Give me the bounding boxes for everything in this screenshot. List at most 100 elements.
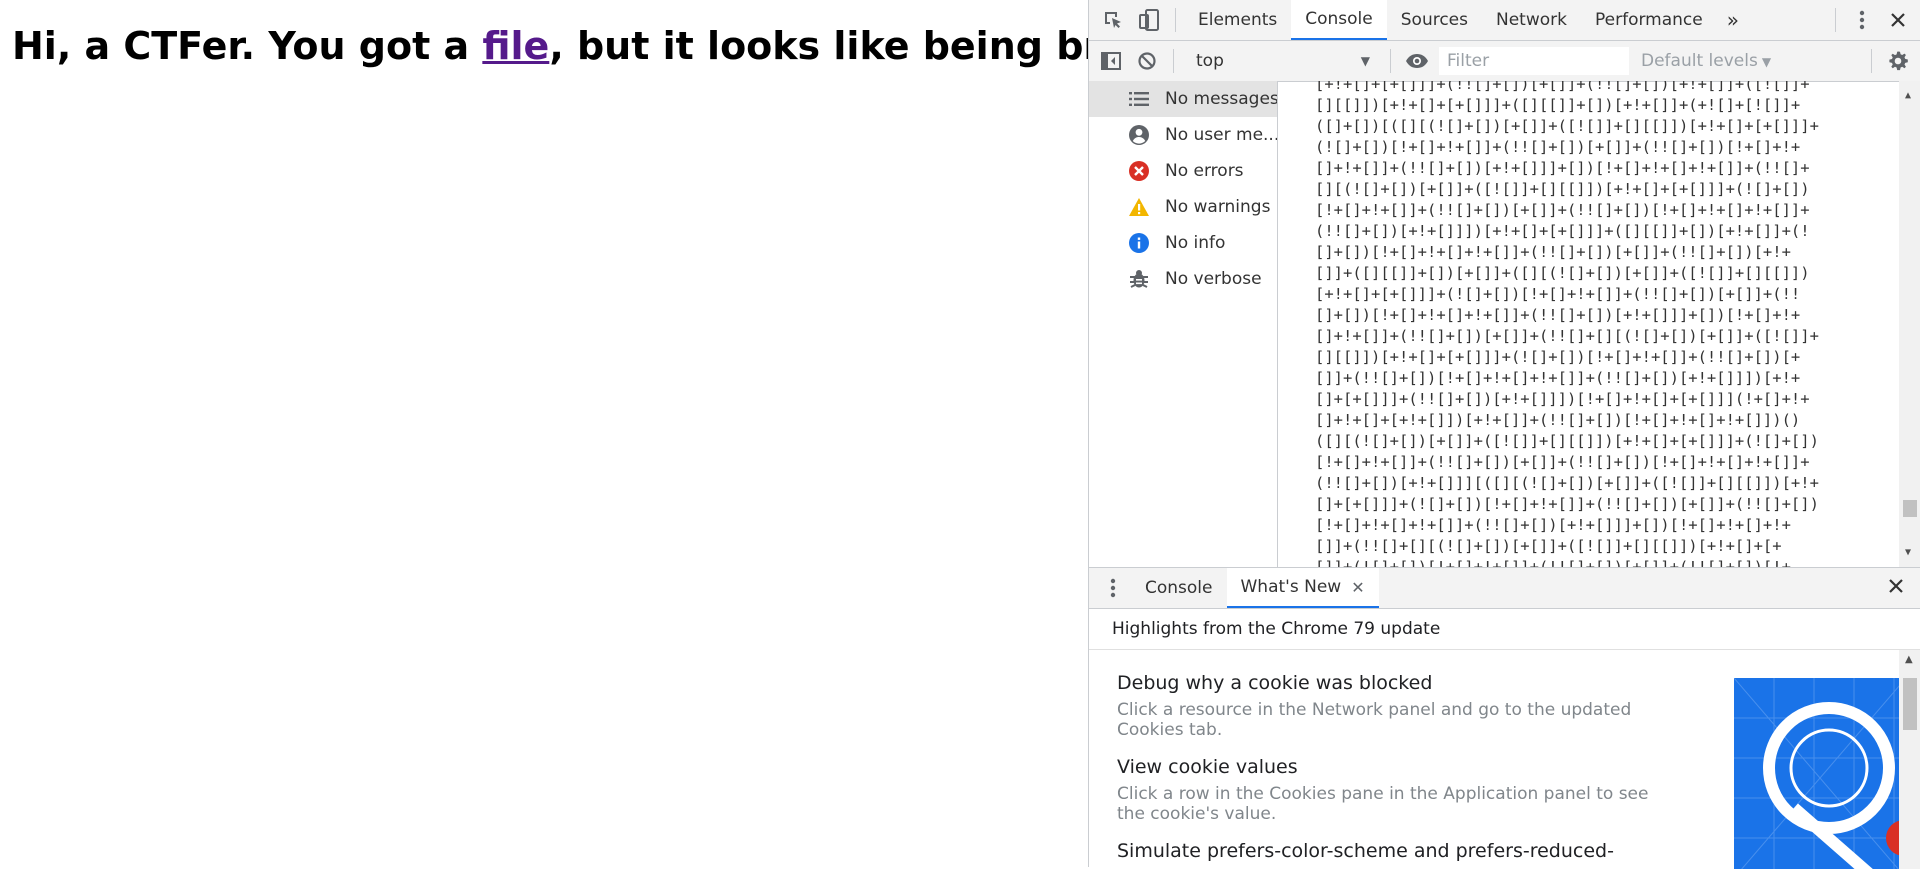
bug-icon <box>1127 267 1151 291</box>
sidebar-item-info[interactable]: No info <box>1089 225 1277 261</box>
console-line: []+[])[!+[]+!+[]+!+[]]+(!![]+[])[+!+[]]]… <box>1315 306 1801 324</box>
whats-new-scroll-thumb[interactable] <box>1903 678 1917 730</box>
heading-text-start: Hi, a CTFer. You got a <box>12 24 483 68</box>
filter-input[interactable] <box>1439 47 1629 75</box>
live-expression-eye-icon[interactable] <box>1399 41 1435 81</box>
more-tabs-icon[interactable]: » <box>1717 8 1749 32</box>
console-line: []+[])[!+[]+!+[]+!+[]]+(!![]+[])[+[]]+(!… <box>1315 243 1791 261</box>
devtools-toolbar: Elements Console Sources Network Perform… <box>1089 0 1920 41</box>
sidebar-item-user-messages[interactable]: No user me... <box>1089 117 1277 153</box>
sidebar-item-label: No errors <box>1165 161 1244 181</box>
sidebar-item-verbose[interactable]: No verbose <box>1089 261 1277 297</box>
whats-new-item[interactable]: Simulate prefers-color-scheme and prefer… <box>1117 840 1677 862</box>
page-content: Hi, a CTFer. You got a file, but it look… <box>0 0 1220 867</box>
scroll-up-arrow-icon[interactable]: ▲ <box>1905 654 1913 665</box>
sidebar-item-warnings[interactable]: No warnings <box>1089 189 1277 225</box>
console-line: [+!+[]+[+[]]]+(!![]+[])[+[]]+(!![]+[])[+… <box>1315 81 1810 93</box>
info-icon <box>1127 231 1151 255</box>
close-tab-icon[interactable]: ✕ <box>1351 578 1364 597</box>
whats-new-header: Highlights from the Chrome 79 update <box>1089 609 1920 650</box>
drawer-tab-whats-new[interactable]: What's New ✕ <box>1226 568 1379 608</box>
console-line: []]+(!![]+[][(![]+[])[+[]]+([![]]+[][[]]… <box>1315 537 1782 555</box>
console-line: (!![]+[])[+!+[]]][([][(![]+[])[+[]]+([![… <box>1315 474 1819 492</box>
console-main: No messages No user me... No errors No w… <box>1089 81 1920 567</box>
console-line: []+!+[]]+(!![]+[])[+[]]+(!![]+[][(![]+[]… <box>1315 327 1819 345</box>
console-scroll-thumb[interactable] <box>1903 500 1917 517</box>
context-select[interactable]: top ▼ <box>1182 47 1382 75</box>
chevron-down-icon: ▼ <box>1761 55 1772 69</box>
tab-performance[interactable]: Performance <box>1581 0 1717 40</box>
console-line: [!+[]+!+[]]+(!![]+[])[+[]]+(!![]+[])[!+[… <box>1315 453 1810 471</box>
sidebar-item-messages[interactable]: No messages <box>1089 81 1277 117</box>
sidebar-item-label: No warnings <box>1165 197 1271 217</box>
user-icon <box>1127 123 1151 147</box>
console-scrollbar[interactable]: ▲ ▼ <box>1899 81 1920 567</box>
console-toolbar: top ▼ Default levels▼ <box>1089 41 1920 82</box>
device-toolbar-icon[interactable] <box>1131 0 1167 40</box>
context-select-value: top <box>1196 51 1224 71</box>
sidebar-item-errors[interactable]: No errors <box>1089 153 1277 189</box>
drawer-tab-console[interactable]: Console <box>1131 568 1227 608</box>
console-line: []+[+[]]]+(![]+[])[!+[]+!+[]]+(!![]+[])[… <box>1315 495 1819 513</box>
console-line: (![]+[])[!+[]+!+[]]+(!![]+[])[+[]]+(!![]… <box>1315 138 1801 156</box>
whats-new-item-desc: Click a row in the Cookies pane in the A… <box>1117 784 1649 824</box>
customize-menu-icon[interactable] <box>1844 0 1880 40</box>
sidebar-item-label: No messages <box>1165 89 1277 109</box>
drawer-menu-icon[interactable] <box>1095 568 1131 608</box>
console-line: [+!+[]+[+[]]]+(![]+[])[!+[]+!+[]]+(!![]+… <box>1315 285 1801 303</box>
log-levels-label: Default levels <box>1641 51 1758 71</box>
console-line: [][[]])[+!+[]+[+[]]]+(![]+[])[!+[]+!+[]]… <box>1315 348 1801 366</box>
toolbar-divider <box>1175 8 1176 32</box>
log-levels-dropdown[interactable]: Default levels ▼ <box>1641 51 1771 71</box>
console-line: ([]+[])[([][(![]+[])[+[]]+([![]]+[][[]])… <box>1315 117 1819 135</box>
console-output[interactable]: [+!+[]+[+[]]]+(!![]+[])[+[]]+(!![]+[])[+… <box>1278 81 1920 567</box>
console-bar-divider-right <box>1871 49 1872 73</box>
tab-console[interactable]: Console <box>1291 0 1387 40</box>
whats-new-item-title: Simulate prefers-color-scheme and prefer… <box>1117 840 1614 862</box>
console-line: []+!+[]]+(!![]+[])[+!+[]]]+[])[!+[]+!+[]… <box>1315 159 1810 177</box>
devtools-drawer: Console What's New ✕ Highlights from the… <box>1089 567 1920 869</box>
tab-elements[interactable]: Elements <box>1184 0 1291 40</box>
scroll-up-arrow-icon[interactable]: ▲ <box>1905 85 1911 106</box>
whats-new-body: Debug why a cookie was blocked Click a r… <box>1089 650 1920 869</box>
list-icon <box>1127 87 1151 111</box>
console-sidebar: No messages No user me... No errors No w… <box>1089 81 1278 567</box>
whats-new-item[interactable]: View cookie values Click a row in the Co… <box>1117 756 1677 824</box>
close-devtools-icon[interactable] <box>1880 0 1916 40</box>
whats-new-scrollbar[interactable]: ▲ <box>1899 650 1920 869</box>
sidebar-item-label: No info <box>1165 233 1226 253</box>
sidebar-toggle-icon[interactable] <box>1093 41 1129 81</box>
console-line: (!![]+[])[+!+[]]])[+!+[]+[+[]]]+([][[]]+… <box>1315 222 1810 240</box>
toolbar-divider-right <box>1835 8 1836 32</box>
chrome-79-banner-image <box>1734 678 1906 869</box>
console-bar-divider <box>1173 49 1174 73</box>
console-settings-gear-icon[interactable] <box>1880 41 1916 81</box>
tab-sources[interactable]: Sources <box>1387 0 1482 40</box>
tab-network[interactable]: Network <box>1482 0 1581 40</box>
console-line: [][(![]+[])[+[]]+([![]]+[][[]])[+!+[]+[+… <box>1315 180 1810 198</box>
console-line: []]+(!![]+[])[!+[]+!+[]+!+[]]+(!![]+[])[… <box>1315 369 1801 387</box>
console-line: ([][(![]+[])[+[]]+([![]]+[][[]])[+!+[]+[… <box>1315 432 1819 450</box>
inspect-element-icon[interactable] <box>1095 0 1131 40</box>
console-line: []+!+[]+[+!+[]])[+!+[]]+(!![]+[])[!+[]+!… <box>1315 411 1801 429</box>
chevron-down-icon: ▼ <box>1360 54 1370 68</box>
sidebar-item-label: No verbose <box>1165 269 1262 289</box>
sidebar-item-label: No user me... <box>1165 125 1277 145</box>
page-heading: Hi, a CTFer. You got a file, but it look… <box>12 24 1220 68</box>
devtools-panel: Elements Console Sources Network Perform… <box>1088 0 1920 869</box>
whats-new-list: Debug why a cookie was blocked Click a r… <box>1117 672 1677 869</box>
whats-new-item-desc: Click a resource in the Network panel an… <box>1117 700 1632 740</box>
console-message-jsfuck: [+!+[]+[+[]]]+(!![]+[])[+[]]+(!![]+[])[+… <box>1315 81 1895 567</box>
console-bar-divider <box>1390 49 1391 73</box>
whats-new-item-title: View cookie values <box>1117 756 1298 778</box>
file-link[interactable]: file <box>482 24 549 68</box>
console-line: []]+(![]+[])[!+[]+!+[]]+(!![]+[])[+[]]+(… <box>1315 558 1791 567</box>
scroll-down-arrow-icon[interactable]: ▼ <box>1905 542 1911 563</box>
whats-new-item[interactable]: Debug why a cookie was blocked Click a r… <box>1117 672 1677 740</box>
close-drawer-icon[interactable] <box>1887 576 1905 601</box>
console-line: [!+[]+!+[]+!+[]]+(!![]+[])[+!+[]]]+[])[!… <box>1315 516 1791 534</box>
console-line: [][[]])[+!+[]+[+[]]]+([][[]]+[])[+!+[]]+… <box>1315 96 1801 114</box>
whats-new-item-title: Debug why a cookie was blocked <box>1117 672 1433 694</box>
drawer-tab-label: What's New <box>1240 577 1342 597</box>
clear-console-icon[interactable] <box>1129 41 1165 81</box>
